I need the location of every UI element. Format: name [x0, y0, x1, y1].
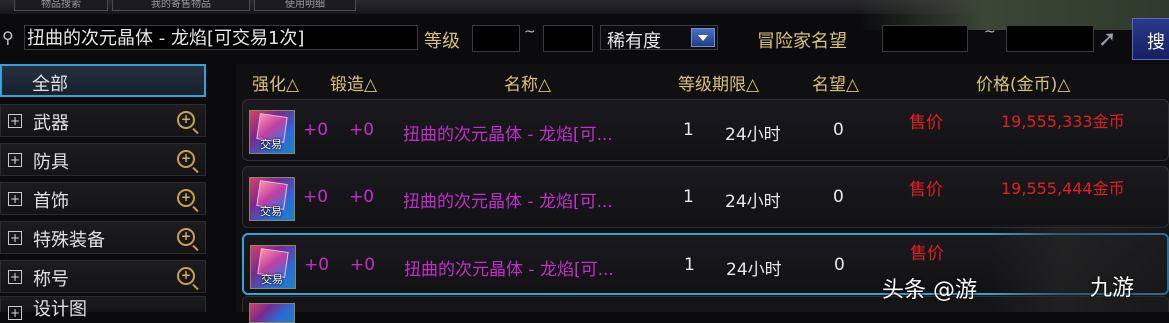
column-header-name[interactable]: 名称△ — [504, 70, 551, 95]
sidebar-item-label: 设计图 — [33, 299, 87, 320]
sale-label: 售价 — [909, 113, 943, 133]
table-row[interactable]: 交易 +0 +0 扭曲的次元晶体 - 龙焰[可... 1 24小时 0 售价 1… — [242, 166, 1169, 228]
column-header-fame[interactable]: 名望△ — [812, 70, 859, 95]
fame-value: 0 — [833, 120, 844, 140]
sidebar-item-blueprints[interactable]: + 设计图 — [0, 296, 206, 320]
sale-label: 售价 — [910, 244, 944, 264]
reinforce-value: +0 — [303, 120, 329, 140]
search-button-label: 搜 — [1147, 32, 1165, 53]
level-max-input[interactable] — [543, 25, 593, 52]
expand-icon[interactable]: + — [8, 231, 22, 245]
tradeable-tag: 交易 — [260, 138, 282, 151]
tab-usage-details[interactable]: 使用明细 — [254, 0, 356, 11]
column-header-reinforce[interactable]: 强化△ — [252, 70, 299, 95]
level-separator: ~ — [524, 24, 536, 40]
sidebar-item-label: 武器 — [33, 113, 69, 134]
term-value: 24小时 — [726, 260, 782, 280]
search-button[interactable]: 搜 — [1132, 18, 1169, 60]
magnifier-icon[interactable]: + — [177, 150, 195, 168]
expand-icon[interactable]: + — [8, 153, 22, 167]
forge-value: +0 — [350, 255, 376, 275]
sidebar-item-armor[interactable]: + 防具 + — [0, 143, 206, 176]
rarity-selected-label: 稀有度 — [607, 31, 661, 52]
sidebar-item-label: 称号 — [33, 269, 69, 290]
results-header: 强化△ 锻造△ 名称△ 等级期限△ 名望△ 价格(金币)△ — [236, 66, 1169, 96]
item-name: 扭曲的次元晶体 - 龙焰[可... — [404, 260, 614, 280]
sidebar-item-special-equipment[interactable]: + 特殊装备 + — [0, 221, 206, 254]
search-icon: ⚲ — [2, 28, 14, 47]
tradeable-tag: 交易 — [260, 205, 282, 218]
fame-value: 0 — [833, 187, 844, 207]
table-row[interactable]: 交易 +0 +0 扭曲的次元晶体 - 龙焰[可... 1 24小时 0 售价 1… — [242, 99, 1169, 161]
level-min-input[interactable] — [472, 25, 520, 52]
magnifier-icon[interactable]: + — [177, 267, 195, 285]
item-name-input[interactable]: 扭曲的次元晶体 - 龙焰[可交易1次] — [24, 25, 418, 50]
sidebar-item-all[interactable]: 全部 — [0, 64, 206, 97]
expand-icon[interactable]: + — [8, 192, 22, 206]
rarity-select[interactable]: 稀有度 — [600, 25, 718, 52]
tradeable-tag: 交易 — [261, 273, 283, 286]
level-label: 等级 — [424, 31, 460, 52]
column-header-price[interactable]: 价格(金币)△ — [976, 70, 1070, 95]
adventurer-fame-max-input[interactable] — [1006, 25, 1094, 52]
item-name: 扭曲的次元晶体 - 龙焰[可... — [403, 125, 613, 145]
fame-value: 0 — [834, 255, 845, 275]
watermark-text: 头条 @游 — [882, 278, 977, 303]
sidebar-item-titles[interactable]: + 称号 + — [0, 260, 206, 293]
column-header-level-term[interactable]: 等级期限△ — [678, 70, 759, 95]
sidebar-item-weapons[interactable]: + 武器 + — [0, 104, 206, 137]
item-icon[interactable]: 交易 — [249, 110, 295, 154]
watermark-logo: 九游 — [1090, 276, 1135, 301]
sidebar-item-accessories[interactable]: + 首饰 + — [0, 182, 206, 215]
sidebar-item-label: 首饰 — [33, 191, 69, 212]
chevron-down-icon[interactable] — [691, 28, 715, 47]
magnifier-icon[interactable]: + — [177, 111, 195, 129]
tab-item-search[interactable]: 物品搜索 — [14, 0, 108, 11]
expand-icon[interactable]: + — [8, 270, 22, 284]
tab-label: 物品搜索 — [41, 0, 81, 10]
level-value: 1 — [683, 120, 694, 140]
sidebar-item-label: 全部 — [32, 74, 68, 95]
item-icon[interactable] — [249, 303, 295, 323]
adventurer-fame-separator: ~ — [984, 24, 996, 40]
magnifier-icon[interactable]: + — [177, 228, 195, 246]
sidebar-item-label: 防具 — [33, 152, 69, 173]
tab-label: 使用明细 — [285, 0, 325, 10]
expand-icon[interactable]: + — [8, 306, 22, 320]
term-value: 24小时 — [725, 125, 781, 145]
category-sidebar: 全部 + 武器 + + 防具 + + 首饰 + + 特殊装备 + + 称号 + … — [0, 64, 210, 320]
item-name: 扭曲的次元晶体 - 龙焰[可... — [403, 192, 613, 212]
forge-value: +0 — [349, 187, 375, 207]
tab-label: 我的寄售物品 — [151, 0, 211, 10]
magnifier-icon[interactable]: + — [177, 189, 195, 207]
reinforce-value: +0 — [303, 187, 329, 207]
adventurer-fame-min-input[interactable] — [882, 25, 968, 52]
reinforce-value: +0 — [304, 255, 330, 275]
expand-icon[interactable]: + — [8, 114, 22, 128]
term-value: 24小时 — [725, 192, 781, 212]
adventurer-fame-label: 冒险家名望 — [757, 31, 847, 52]
sidebar-item-label: 特殊装备 — [33, 230, 105, 251]
watermark-overlay — [988, 225, 1169, 312]
forge-value: +0 — [349, 120, 375, 140]
column-header-forge[interactable]: 锻造△ — [330, 70, 377, 95]
price-value: 19,555,333金币 — [1001, 112, 1125, 131]
item-icon[interactable]: 交易 — [249, 177, 295, 221]
item-icon[interactable]: 交易 — [250, 245, 296, 289]
level-value: 1 — [684, 255, 695, 275]
sale-label: 售价 — [909, 180, 943, 200]
level-value: 1 — [683, 187, 694, 207]
item-name-value: 扭曲的次元晶体 - 龙焰[可交易1次] — [27, 28, 305, 49]
arrow-icon: ➚ — [1098, 27, 1117, 52]
tab-my-consignment[interactable]: 我的寄售物品 — [112, 0, 250, 11]
price-value: 19,555,444金币 — [1001, 179, 1125, 198]
